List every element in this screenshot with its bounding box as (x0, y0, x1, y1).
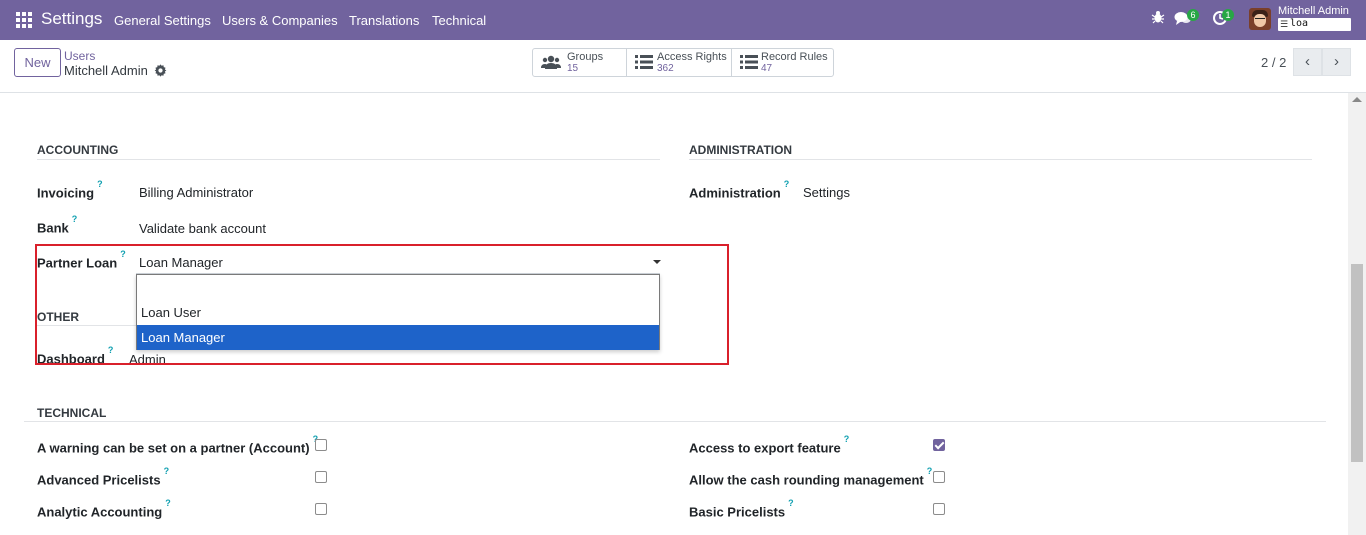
help-tooltip-icon[interactable]: ? (844, 434, 850, 444)
breadcrumb-current: Mitchell Admin (64, 63, 148, 78)
database-icon: ☰ (1280, 19, 1289, 29)
database-badge: ☰ loa (1278, 18, 1351, 31)
list-icon (740, 54, 758, 70)
advanced-pricelists-checkbox[interactable] (315, 471, 327, 483)
access-rights-stat-button[interactable]: Access Rights 362 (627, 49, 732, 76)
help-tooltip-icon[interactable]: ? (784, 179, 790, 189)
groups-count: 15 (567, 63, 579, 74)
highlight-annotation-box (35, 244, 729, 365)
menu-technical[interactable]: Technical (432, 13, 486, 28)
access-rights-count: 362 (657, 63, 674, 74)
scroll-up-arrow-icon[interactable] (1352, 97, 1362, 102)
help-tooltip-icon[interactable]: ? (788, 498, 794, 508)
help-tooltip-icon[interactable]: ? (927, 466, 933, 476)
list-icon (635, 54, 653, 70)
bug-icon[interactable] (1148, 10, 1168, 30)
technical-right-label-1: Allow the cash rounding management? (689, 466, 933, 488)
pager-previous-button[interactable]: ‹ (1293, 48, 1322, 76)
scroll-thumb[interactable] (1351, 264, 1363, 462)
menu-translations[interactable]: Translations (349, 13, 419, 28)
chevron-right-icon: › (1334, 53, 1339, 70)
users-icon (541, 54, 561, 70)
accounting-section-title: ACCOUNTING (37, 143, 119, 157)
gear-icon[interactable] (154, 64, 168, 78)
help-tooltip-icon[interactable]: ? (164, 466, 170, 476)
basic-pricelists-checkbox[interactable] (933, 503, 945, 515)
groups-stat-button[interactable]: Groups 15 (533, 49, 627, 76)
smart-buttons: Groups 15 Access Rights 362 Record Rules… (532, 48, 834, 77)
invoicing-label: Invoicing? (37, 179, 103, 201)
breadcrumb-parent[interactable]: Users (64, 49, 95, 63)
database-name: loa (1290, 18, 1309, 29)
administration-label: Administration? (689, 179, 790, 201)
help-tooltip-icon[interactable]: ? (72, 214, 78, 224)
accounting-divider (37, 159, 660, 160)
administration-value[interactable]: Settings (803, 185, 850, 200)
record-rules-label: Record Rules (761, 51, 828, 63)
technical-divider (24, 421, 1326, 422)
technical-right-label-0: Access to export feature? (689, 434, 850, 456)
record-rules-count: 47 (761, 63, 773, 74)
technical-right-label-2: Basic Pricelists? (689, 498, 794, 520)
scrollbar[interactable] (1348, 93, 1366, 535)
top-navbar: Settings General Settings Users & Compan… (0, 0, 1366, 40)
administration-section-title: ADMINISTRATION (689, 143, 793, 157)
groups-label: Groups (567, 51, 604, 63)
technical-section-title: TECHNICAL (37, 406, 107, 420)
record-rules-stat-button[interactable]: Record Rules 47 (732, 49, 833, 76)
bank-label: Bank? (37, 214, 78, 236)
cash-rounding-checkbox[interactable] (933, 471, 945, 483)
technical-left-label-2: Analytic Accounting? (37, 498, 171, 520)
help-tooltip-icon[interactable]: ? (97, 179, 103, 189)
analytic-accounting-checkbox[interactable] (315, 503, 327, 515)
pager-next-button[interactable]: › (1322, 48, 1351, 76)
menu-users-companies[interactable]: Users & Companies (222, 13, 338, 28)
app-grid-icon[interactable] (16, 12, 32, 28)
bank-value[interactable]: Validate bank account (139, 221, 266, 236)
chat-count-badge: 6 (1187, 9, 1199, 21)
app-name[interactable]: Settings (41, 9, 102, 29)
administration-divider (689, 159, 1312, 160)
activity-count-badge: 1 (1222, 9, 1234, 21)
control-panel: New Users Mitchell Admin Groups 15 Acces… (0, 40, 1366, 93)
menu-general-settings[interactable]: General Settings (114, 13, 211, 28)
warning-partner-checkbox[interactable] (315, 439, 327, 451)
avatar[interactable] (1249, 8, 1271, 30)
new-button[interactable]: New (14, 48, 61, 77)
user-name[interactable]: Mitchell Admin (1278, 5, 1349, 17)
invoicing-value[interactable]: Billing Administrator (139, 185, 253, 200)
pager-value[interactable]: 2 / 2 (1261, 55, 1286, 70)
technical-left-label-1: Advanced Pricelists? (37, 466, 170, 488)
access-rights-label: Access Rights (657, 51, 727, 63)
help-tooltip-icon[interactable]: ? (165, 498, 171, 508)
export-feature-checkbox[interactable] (933, 439, 945, 451)
technical-left-label-0: A warning can be set on a partner (Accou… (37, 434, 318, 455)
chevron-left-icon: ‹ (1305, 53, 1310, 70)
